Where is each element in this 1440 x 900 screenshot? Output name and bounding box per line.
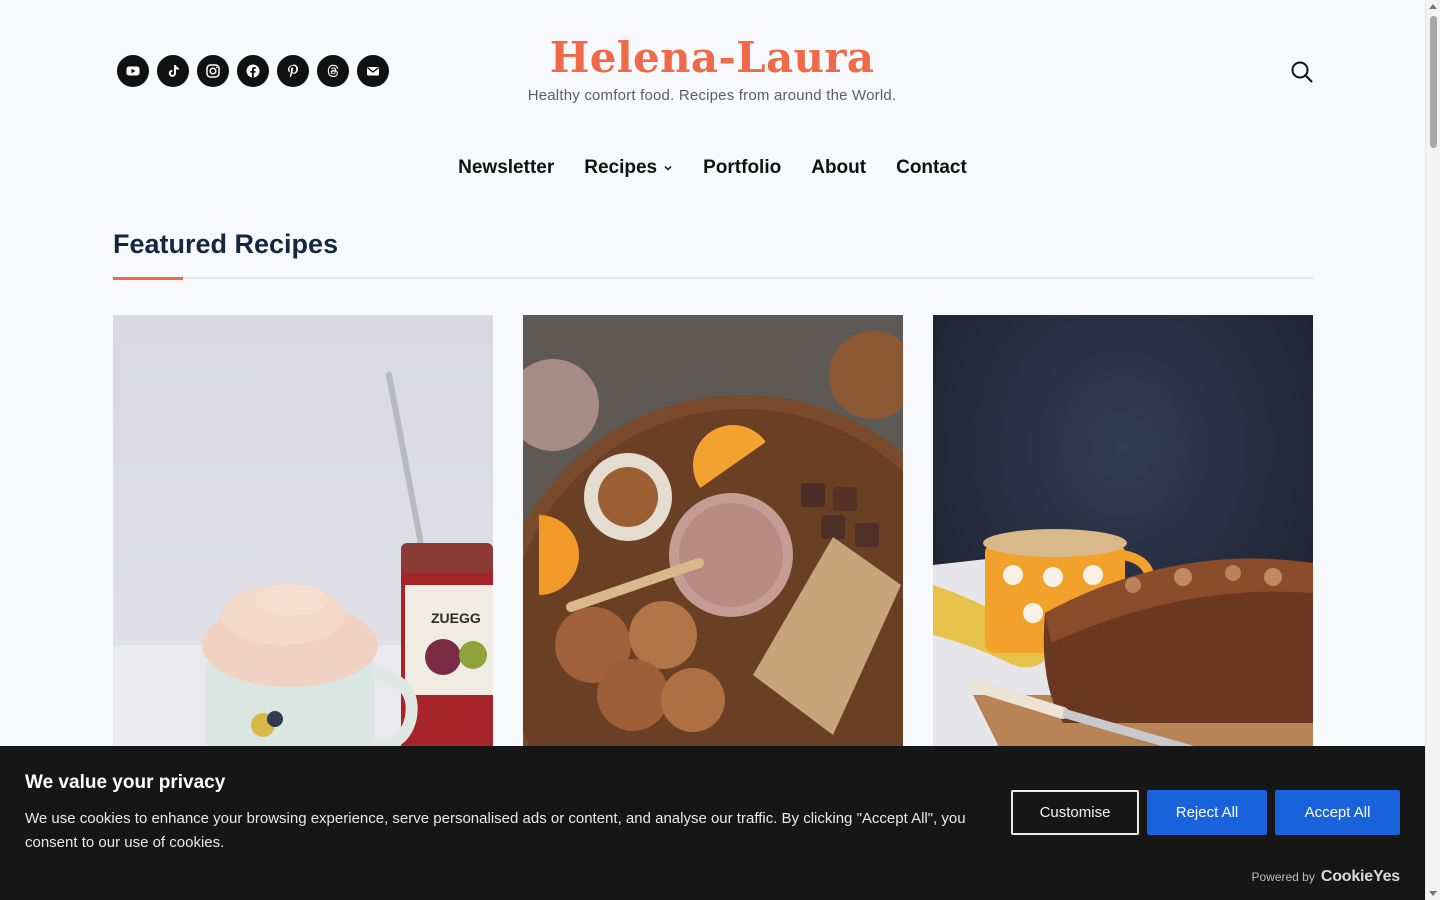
nav-item-contact[interactable]: Contact [896, 156, 967, 180]
section-title: Featured Recipes [113, 229, 339, 259]
nav-item-about[interactable]: About [811, 156, 866, 180]
powered-by: Powered by CookieYes [1251, 868, 1400, 886]
powered-by-label: Powered by [1251, 870, 1315, 884]
threads-icon[interactable] [317, 55, 349, 87]
accept-all-button[interactable]: Accept All [1275, 790, 1400, 835]
scrollbar-thumb[interactable] [1430, 16, 1437, 148]
nav-item-newsletter[interactable]: Newsletter [458, 156, 554, 180]
cookieyes-logo[interactable]: CookieYes [1321, 868, 1400, 886]
nav-item-recipes[interactable]: Recipes [584, 156, 673, 180]
cookie-banner-title: We value your privacy [25, 772, 226, 793]
chocolate-smoothie-image [523, 315, 903, 755]
site-title[interactable]: Helena-Laura [412, 30, 1012, 86]
recipe-card-image[interactable] [523, 315, 903, 755]
mug-with-whipped-cream-image: ZUEGG [113, 315, 493, 755]
nav-item-label: About [811, 157, 867, 178]
pinterest-icon[interactable] [277, 55, 309, 87]
youtube-icon[interactable] [117, 55, 149, 87]
recipe-card-image[interactable] [933, 315, 1313, 755]
reject-all-button[interactable]: Reject All [1147, 790, 1267, 835]
nav-item-label: Contact [896, 157, 967, 178]
nav-item-label: Portfolio [703, 157, 782, 178]
recipe-card-image[interactable]: ZUEGG [113, 315, 493, 755]
social-links [117, 55, 389, 87]
tiktok-icon[interactable] [157, 55, 189, 87]
facebook-icon[interactable] [237, 55, 269, 87]
nav-item-label: Recipes [584, 157, 658, 178]
chevron-down-icon [664, 165, 672, 171]
cookie-banner-text: We use cookies to enhance your browsing … [25, 810, 966, 851]
instagram-icon[interactable] [197, 55, 229, 87]
cookie-consent-banner: We value your privacy We use cookies to … [0, 746, 1425, 900]
customise-button[interactable]: Customise [1011, 790, 1139, 835]
mail-icon[interactable] [357, 55, 389, 87]
search-icon[interactable] [1288, 58, 1316, 86]
nav-item-label: Newsletter [458, 157, 555, 178]
nav-item-portfolio[interactable]: Portfolio [703, 156, 781, 180]
primary-nav: Newsletter Recipes Portfolio About Conta… [0, 156, 1425, 180]
site-branding: Helena-Laura Healthy comfort food. Recip… [412, 30, 1012, 104]
section-divider [113, 277, 1313, 279]
scroll-up-arrow-icon[interactable] [1429, 4, 1437, 9]
svg-text:ZUEGG: ZUEGG [431, 610, 481, 626]
section-divider-accent [113, 277, 183, 280]
scroll-down-arrow-icon[interactable] [1429, 891, 1437, 896]
page-scrollbar[interactable] [1425, 0, 1440, 900]
site-tagline: Healthy comfort food. Recipes from aroun… [527, 87, 897, 104]
banana-bread-image [933, 315, 1313, 755]
